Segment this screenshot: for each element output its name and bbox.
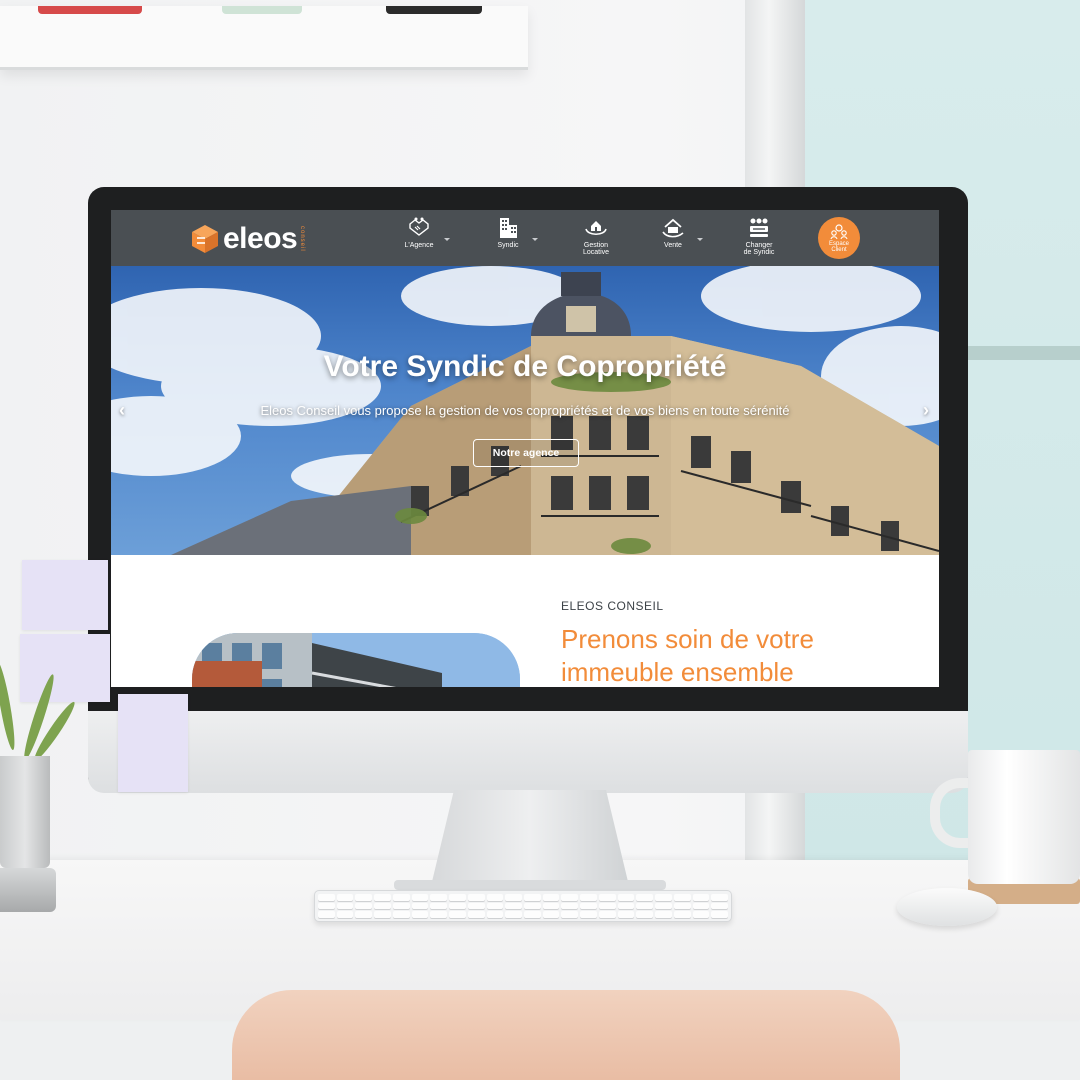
laptop	[0, 868, 56, 912]
chair	[232, 990, 900, 1080]
mug	[968, 750, 1080, 884]
browser-screen: eleos conseil L'Agence Syndic Gestion Lo…	[111, 210, 939, 687]
espace-client-button[interactable]: Espace Client	[818, 217, 860, 259]
hero-title: Votre Syndic de Copropriété	[323, 350, 727, 383]
house-sale-icon	[662, 218, 684, 238]
logo-subtext: conseil	[299, 226, 306, 252]
nav-label: Changer de Syndic	[743, 242, 775, 256]
chevron-down-icon[interactable]	[697, 238, 703, 241]
nav-item-vente[interactable]: Vente	[643, 216, 703, 262]
nav-label: Syndic	[497, 242, 519, 249]
section-eyebrow: ELEOS CONSEIL	[561, 599, 664, 613]
nav-label: L'Agence	[404, 242, 434, 249]
espace-client-label: Espace Client	[828, 240, 849, 253]
slider-next-arrow-icon[interactable]: ›	[923, 400, 929, 421]
top-navigation: eleos conseil L'Agence Syndic Gestion Lo…	[111, 210, 939, 266]
chevron-down-icon[interactable]	[532, 238, 538, 241]
window-sticker	[960, 346, 1080, 360]
sticky-note	[22, 560, 108, 630]
keyboard	[314, 890, 732, 922]
swap-icon	[750, 218, 768, 237]
plant-pot	[0, 756, 50, 868]
shelf-object	[222, 6, 302, 14]
monitor-stand	[430, 790, 630, 890]
hero-slider: Votre Syndic de Copropriété Eleos Consei…	[111, 266, 939, 555]
house-hand-icon	[585, 221, 607, 236]
sticky-note	[118, 694, 188, 792]
hero-subtitle: Eleos Conseil vous propose la gestion de…	[260, 403, 790, 418]
chevron-down-icon[interactable]	[444, 238, 450, 241]
building-photo	[192, 633, 520, 687]
slider-prev-arrow-icon[interactable]: ‹	[119, 400, 125, 421]
shelf-object	[38, 6, 142, 14]
nav-item-agence[interactable]: L'Agence	[389, 216, 449, 262]
shelf-object	[386, 6, 482, 14]
section-headline: Prenons soin de votre immeuble ensemble	[561, 624, 814, 687]
monitor-stand-base	[394, 880, 666, 890]
nav-item-syndic[interactable]: Syndic	[478, 216, 538, 262]
users-icon	[830, 223, 848, 239]
site-logo[interactable]: eleos conseil	[191, 222, 305, 256]
cube-logo-icon	[191, 224, 219, 254]
sticky-note	[20, 634, 110, 702]
mouse	[897, 888, 997, 926]
nav-label: Vente	[664, 242, 682, 249]
nav-item-changer-syndic[interactable]: Changer de Syndic	[729, 216, 789, 262]
logo-wordmark: eleos	[223, 222, 298, 255]
notre-agence-button[interactable]: Notre agence	[473, 439, 579, 467]
building-icon	[500, 218, 517, 238]
nav-label: Gestion Locative	[582, 242, 610, 256]
nav-item-gestion-locative[interactable]: Gestion Locative	[566, 216, 626, 262]
wall-shelf	[0, 6, 528, 70]
monitor-chin	[88, 711, 968, 793]
intro-section: ELEOS CONSEIL Prenons soin de votre imme…	[111, 555, 939, 687]
handshake-icon	[409, 217, 429, 236]
building-image	[192, 633, 520, 687]
